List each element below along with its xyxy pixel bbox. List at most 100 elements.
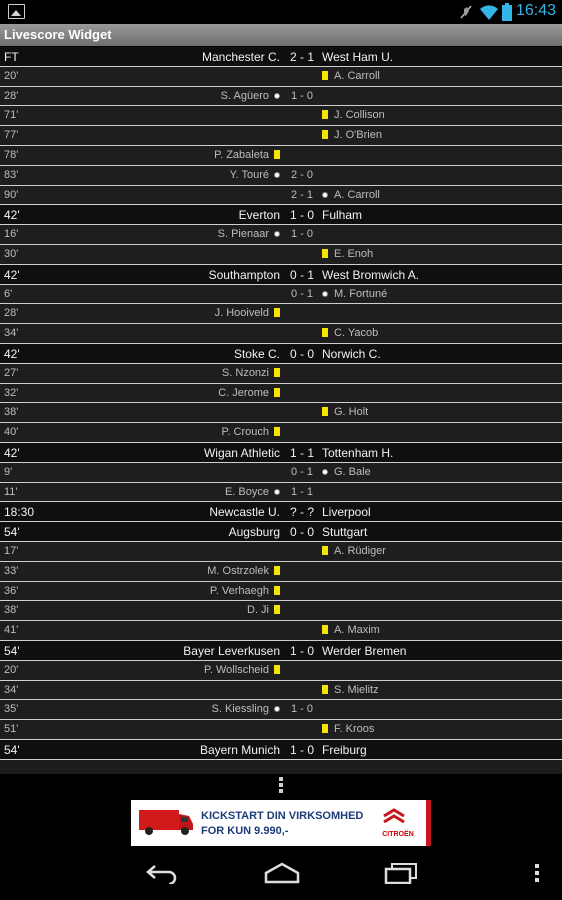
match-row[interactable]: 54' Augsburg 0 - 0 Stuttgart <box>0 522 562 542</box>
yellow-card-icon <box>322 110 328 120</box>
away-name: Werder Bremen <box>322 643 407 658</box>
away-player: J. Collison <box>322 109 385 121</box>
recent-apps-icon[interactable] <box>384 862 418 884</box>
image-icon <box>8 4 25 19</box>
home-player: P. Crouch <box>221 426 280 439</box>
minute-label: 33' <box>4 564 19 577</box>
event-row[interactable]: 36' P. Verhaegh <box>0 581 562 602</box>
ad-headline: KICKSTART DIN VIRKSOMHED <box>201 810 364 822</box>
yellow-card-icon <box>274 308 280 318</box>
minute-label: 16' <box>4 228 19 241</box>
home-name: S. Kiessling <box>211 703 269 716</box>
ad-banner[interactable]: KICKSTART DIN VIRKSOMHED FOR KUN 9.990,-… <box>131 800 431 846</box>
home-team: Bayern Munich <box>200 743 280 757</box>
match-row[interactable]: 42' Wigan Athletic 1 - 1 Tottenham H. <box>0 442 562 463</box>
event-row[interactable]: 33' M. Ostrzolek <box>0 561 562 582</box>
minute-label: 83' <box>4 168 19 181</box>
home-player: P. Wollscheid <box>204 664 280 676</box>
event-row[interactable]: 28' J. Hooiveld <box>0 304 562 325</box>
menu-icon[interactable] <box>534 864 540 882</box>
event-row[interactable]: 30' E. Enoh <box>0 244 562 265</box>
away-name: Stuttgart <box>322 525 368 540</box>
event-row[interactable]: 27' S. Nzonzi <box>0 363 562 384</box>
home-player: C. Jerome <box>218 387 280 399</box>
event-row[interactable]: 41' A. Maxim <box>0 621 562 641</box>
overflow-menu-icon[interactable] <box>278 776 284 796</box>
away-name: Fulham <box>322 208 363 223</box>
home-team: Newcastle U. <box>209 505 280 519</box>
minute-label: 32' <box>4 386 19 399</box>
score: 2 - 0 <box>290 168 313 181</box>
home-player: P. Verhaegh <box>210 585 280 597</box>
event-row[interactable]: 34' S. Mielitz <box>0 680 562 701</box>
away-player: E. Enoh <box>322 248 373 260</box>
event-row[interactable]: 77' J. O'Brien <box>0 126 562 146</box>
match-row[interactable]: 42' Southampton 0 - 1 West Bromwich A. <box>0 264 562 285</box>
home-name: P. Zabaleta <box>214 148 269 161</box>
ad-brand: CITROËN <box>382 831 414 838</box>
yellow-card-icon <box>322 130 328 140</box>
minute-label: 42' <box>4 208 20 223</box>
ad-accent-bar <box>426 800 431 846</box>
yellow-card-icon <box>322 545 328 555</box>
match-row[interactable]: 18:30 Newcastle U. ? - ? Liverpool <box>0 502 562 523</box>
yellow-card-icon <box>322 724 328 734</box>
event-row[interactable]: 51' F. Kroos <box>0 720 562 740</box>
event-row[interactable]: 20' A. Carroll <box>0 66 562 87</box>
match-row[interactable]: 54' Bayern Munich 1 - 0 Freiburg <box>0 739 562 760</box>
match-row[interactable]: 42' Everton 1 - 0 Fulham <box>0 205 562 226</box>
score-list[interactable]: FT Manchester C. 2 - 1 West Ham U. 20' A. Car… <box>0 47 562 774</box>
event-row[interactable]: 16' S. Pienaar 1 - 0 <box>0 225 562 245</box>
match-row[interactable]: 42' Stoke C. 0 - 0 Norwich C. <box>0 343 562 364</box>
home-name: Wigan Athletic <box>203 445 280 460</box>
event-row[interactable]: 38' G. Holt <box>0 403 562 424</box>
home-player: S. Agüero <box>221 90 280 102</box>
event-row[interactable]: 28' S. Agüero 1 - 0 <box>0 86 562 107</box>
minute-label: 54' <box>4 643 20 658</box>
home-icon[interactable] <box>264 862 300 884</box>
minute-label: 9' <box>4 465 13 478</box>
away-name: A. Rüdiger <box>334 544 386 557</box>
score: 2 - 1 <box>289 50 314 64</box>
event-row[interactable]: 40' P. Crouch <box>0 423 562 443</box>
event-row[interactable]: 38' D. Ji <box>0 601 562 622</box>
away-player: M. Fortuné <box>322 288 387 300</box>
home-player: Y. Touré <box>230 169 280 181</box>
minute-label: 54' <box>4 742 20 757</box>
home-name: J. Hooiveld <box>214 307 269 320</box>
event-row[interactable]: 20' P. Wollscheid <box>0 660 562 681</box>
away-name: West Ham U. <box>322 50 394 64</box>
back-icon[interactable] <box>145 862 179 884</box>
minute-label: FT <box>4 50 19 64</box>
home-player: P. Zabaleta <box>214 149 280 161</box>
yellow-card-icon <box>322 684 328 694</box>
event-row[interactable]: 35' S. Kiessling 1 - 0 <box>0 700 562 721</box>
event-row[interactable]: 17' A. Rüdiger <box>0 541 562 562</box>
score: 0 - 0 <box>289 525 314 540</box>
event-row[interactable]: 83' Y. Touré 2 - 0 <box>0 165 562 186</box>
home-name: P. Crouch <box>221 426 270 439</box>
home-name: E. Boyce <box>224 485 269 498</box>
away-team: Fulham <box>322 208 362 222</box>
score: 1 - 0 <box>289 208 314 223</box>
yellow-card-icon <box>322 625 328 635</box>
away-name: Norwich C. <box>322 346 381 361</box>
event-row[interactable]: 78' P. Zabaleta <box>0 145 562 166</box>
event-row[interactable]: 32' C. Jerome <box>0 383 562 404</box>
home-name: Bayer Leverkusen <box>183 643 280 658</box>
home-team: Bayer Leverkusen <box>183 644 280 658</box>
score: 1 - 0 <box>290 703 313 716</box>
yellow-card-icon <box>274 427 280 437</box>
event-row[interactable]: 11' E. Boyce 1 - 1 <box>0 482 562 503</box>
away-team: West Ham U. <box>322 50 393 64</box>
event-row[interactable]: 90' 2 - 1 A. Carroll <box>0 185 562 206</box>
event-row[interactable]: 71' J. Collison <box>0 106 562 127</box>
event-row[interactable]: 6' 0 - 1 M. Fortuné <box>0 284 562 305</box>
match-row[interactable]: 54' Bayer Leverkusen 1 - 0 Werder Bremen <box>0 640 562 661</box>
match-row[interactable]: FT Manchester C. 2 - 1 West Ham U. <box>0 47 562 67</box>
minute-label: 18:30 <box>4 505 35 520</box>
away-team: Werder Bremen <box>322 644 406 658</box>
score: 0 - 0 <box>289 346 314 361</box>
event-row[interactable]: 9' 0 - 1 G. Bale <box>0 462 562 483</box>
event-row[interactable]: 34' C. Yacob <box>0 324 562 344</box>
